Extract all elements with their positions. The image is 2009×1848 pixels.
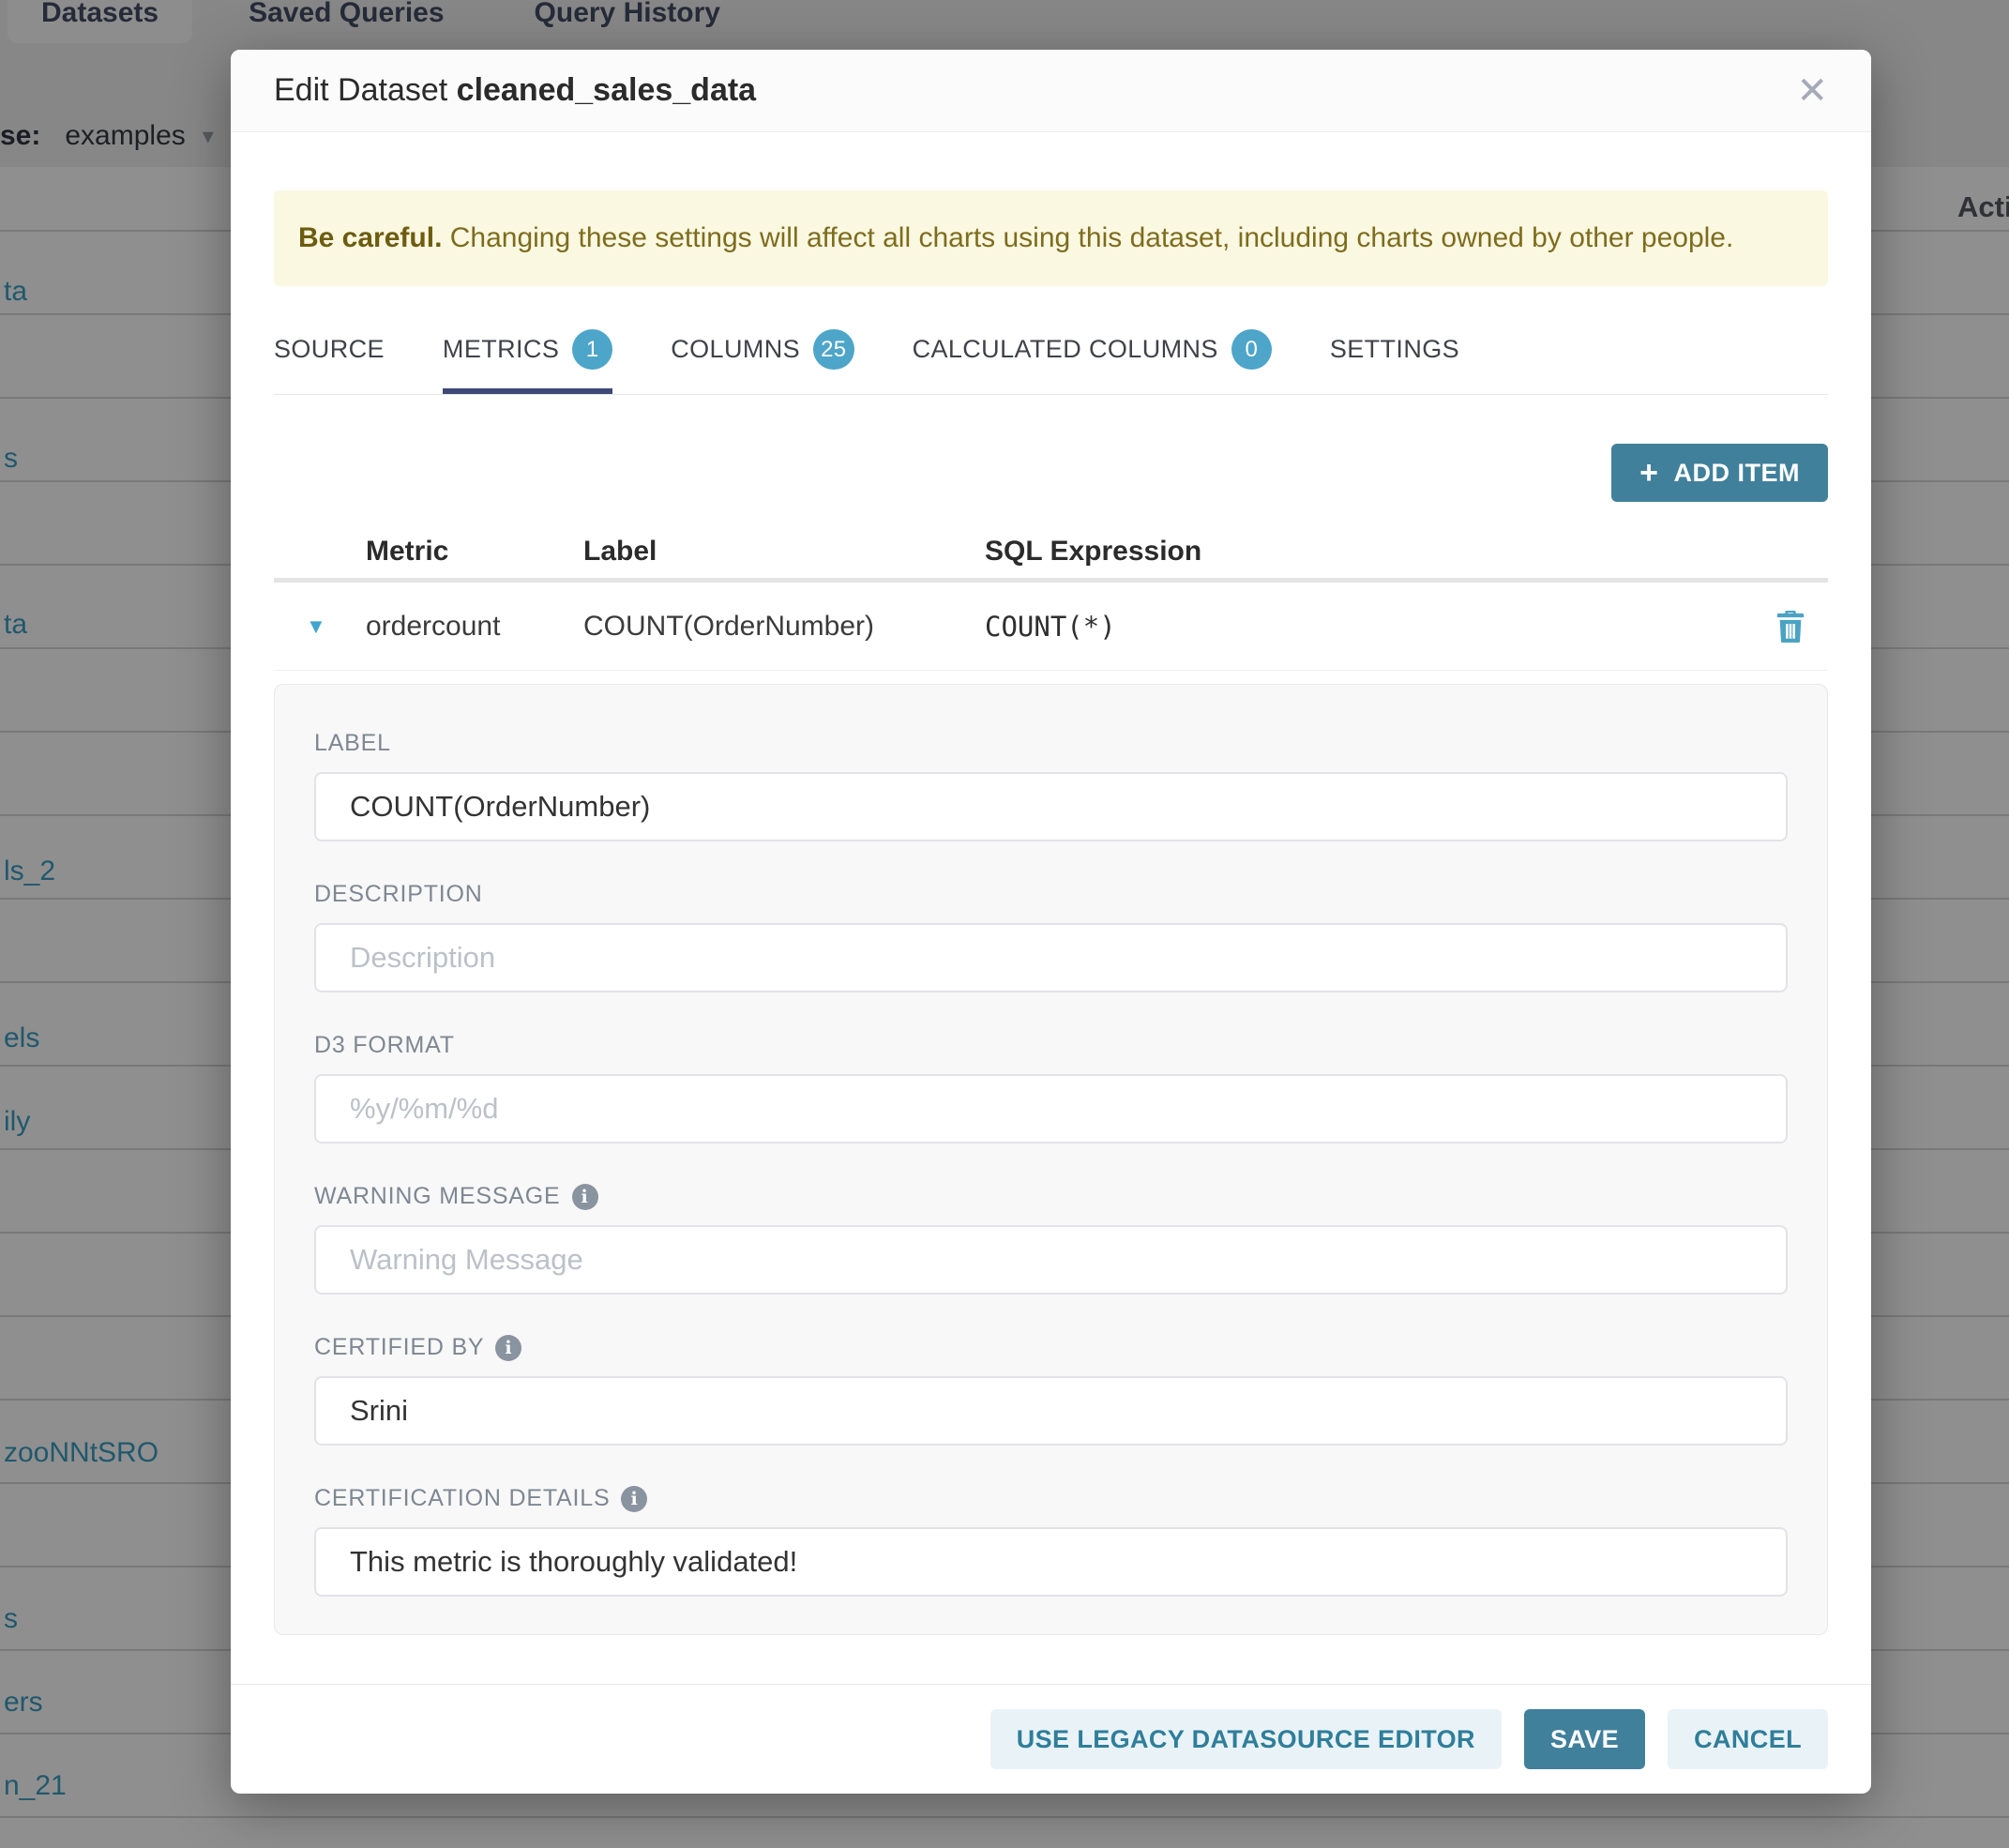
edit-dataset-modal: Edit Dataset cleaned_sales_data ✕ Be car… [231,50,1871,1794]
metric-label: COUNT(OrderNumber) [583,611,985,643]
modal-body: Be careful. Changing these settings will… [231,132,1871,1684]
metrics-table-header: Metric Label SQL Expression [274,524,1828,583]
warning-message-field-label: WARNING MESSAGE [314,1183,561,1210]
calculated-columns-count-badge: 0 [1231,329,1272,370]
d3-format-field-label: D3 FORMAT [314,1032,1788,1059]
dataset-editor-tabs: SOURCE METRICS 1 COLUMNS 25 CALCULATED C… [274,329,1828,395]
modal-title: Edit Dataset cleaned_sales_data [274,72,756,109]
tab-metrics[interactable]: METRICS 1 [443,329,612,394]
warning-banner-text: Changing these settings will affect all … [442,222,1733,253]
certification-details-field-label: CERTIFICATION DETAILS [314,1485,610,1512]
certification-details-input[interactable] [314,1527,1788,1597]
certified-by-field-label: CERTIFIED BY [314,1334,484,1361]
description-input[interactable] [314,923,1788,992]
sql-expression-column-header: SQL Expression [985,536,1753,568]
certified-by-field-group: CERTIFIED BY i [314,1334,1788,1446]
label-column-header: Label [583,536,985,568]
add-item-row: + ADD ITEM [274,444,1828,502]
tab-calculated-columns[interactable]: CALCULATED COLUMNS 0 [913,329,1272,394]
metric-edit-panel: LABEL DESCRIPTION D3 FORMAT WARNING MESS… [274,684,1828,1635]
modal-header: Edit Dataset cleaned_sales_data ✕ [231,50,1871,132]
cancel-button[interactable]: CANCEL [1668,1709,1828,1769]
label-field-group: LABEL [314,730,1788,841]
metric-row-ordercount: ▼ ordercount COUNT(OrderNumber) COUNT(*) [274,583,1828,671]
description-field-label: DESCRIPTION [314,881,1788,908]
tab-source[interactable]: SOURCE [274,329,385,394]
warning-banner: Be careful. Changing these settings will… [274,190,1828,286]
metric-sql-expression: COUNT(*) [985,611,1753,643]
warning-message-field-group: WARNING MESSAGE i [314,1183,1788,1295]
metrics-table: Metric Label SQL Expression ▼ ordercount… [274,524,1828,671]
info-icon[interactable]: i [572,1184,598,1210]
info-icon[interactable]: i [495,1335,521,1361]
modal-title-dataset-name: cleaned_sales_data [457,72,756,108]
tab-columns[interactable]: COLUMNS 25 [671,329,853,394]
use-legacy-datasource-editor-button[interactable]: USE LEGACY DATASOURCE EDITOR [990,1709,1502,1769]
tab-settings[interactable]: SETTINGS [1330,329,1459,394]
label-input[interactable] [314,772,1788,841]
save-button[interactable]: SAVE [1524,1709,1645,1769]
modal-title-prefix: Edit Dataset [274,72,457,108]
info-icon[interactable]: i [621,1486,647,1512]
certification-details-field-group: CERTIFICATION DETAILS i [314,1485,1788,1597]
label-field-label: LABEL [314,730,1788,757]
modal-footer: USE LEGACY DATASOURCE EDITOR SAVE CANCEL [231,1684,1871,1794]
description-field-group: DESCRIPTION [314,881,1788,992]
certified-by-input[interactable] [314,1376,1788,1446]
metric-column-header: Metric [366,536,583,568]
warning-banner-bold: Be careful. [298,222,442,253]
trash-icon[interactable] [1775,609,1806,644]
close-icon[interactable]: ✕ [1796,72,1828,110]
add-item-button[interactable]: + ADD ITEM [1611,444,1828,502]
plus-icon: + [1639,457,1658,489]
warning-message-input[interactable] [314,1225,1788,1295]
d3-format-input[interactable] [314,1074,1788,1144]
collapse-caret-icon[interactable]: ▼ [306,614,366,639]
metrics-count-badge: 1 [572,329,612,370]
d3-format-field-group: D3 FORMAT [314,1032,1788,1144]
columns-count-badge: 25 [813,329,854,370]
metric-name: ordercount [366,611,583,643]
